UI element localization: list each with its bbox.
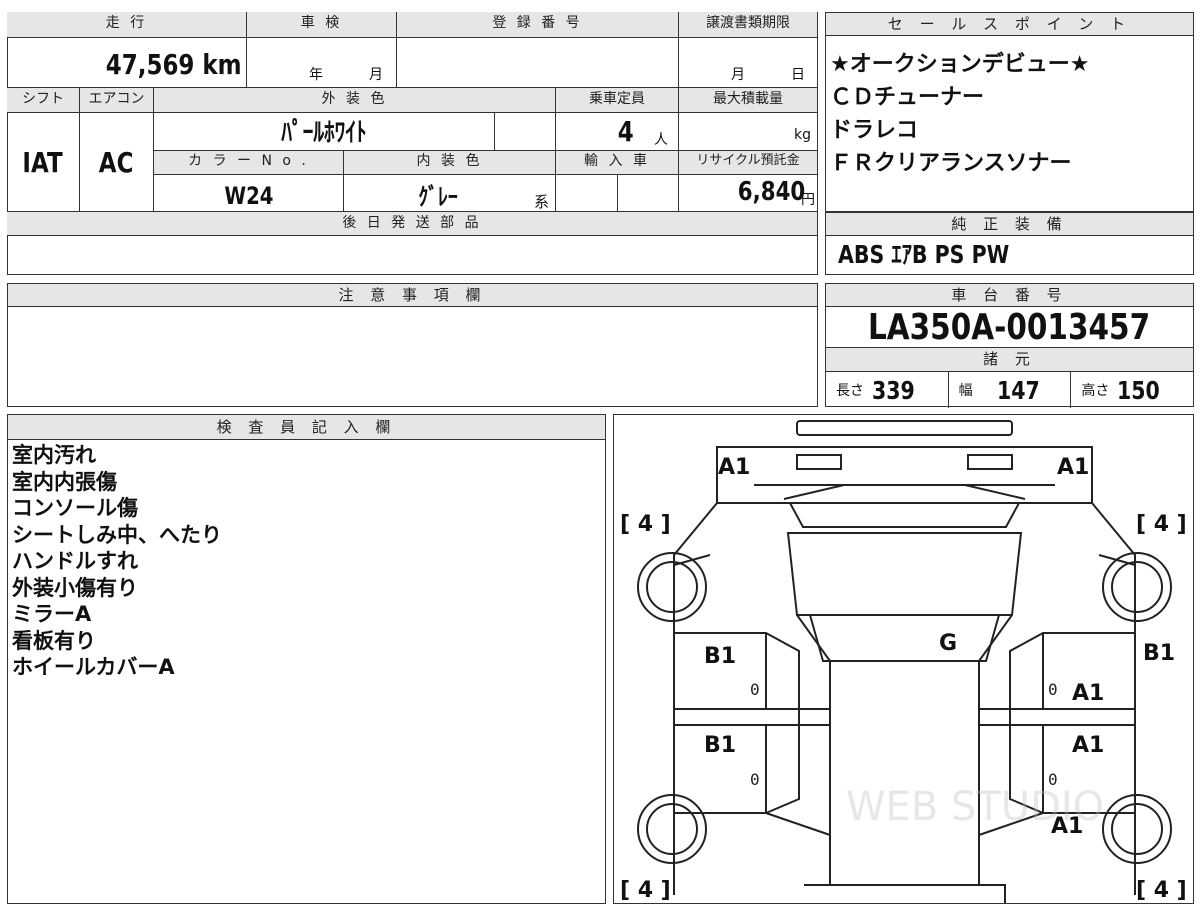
year-unit: 年 (309, 67, 323, 83)
mileage-value: 47,569 km (106, 48, 242, 81)
chassis-panel: 車 台 番 号 LA350A-0013457 諸 元 長さ 339 幅 147 … (825, 283, 1194, 408)
exterior-color-header: 外 装 色 (154, 88, 556, 113)
mark-front-right: A1 (1057, 455, 1089, 480)
capacity-cell: 4 人 (556, 113, 679, 151)
sales-points-panel: セ ー ル ス ポ イ ン ト ★オークションデビュー★ ＣＤチューナー ドラレ… (825, 12, 1194, 212)
length-label: 長さ (836, 383, 864, 399)
yen-unit: 円 (801, 192, 815, 208)
chassis-header: 車 台 番 号 (826, 284, 1193, 307)
chassis-number: LA350A-0013457 (868, 307, 1151, 348)
max-load-cell: kg (679, 113, 818, 151)
recycle-cell: 6,840 円 (679, 175, 818, 212)
watermark: WEB STUDIO (846, 784, 1104, 830)
interior-color-suffix: 系 (533, 193, 549, 211)
month-unit: 月 (369, 67, 383, 83)
width-cell: 幅 147 (949, 372, 1072, 408)
equipment-value: ABS ｴｱB PS PW (838, 240, 1010, 269)
ac-value: AC (99, 146, 134, 179)
inspector-panel: 検 査 員 記 入 欄 室内汚れ 室内内張傷 コンソール傷 シートしみ中、へたり… (7, 414, 606, 904)
inspector-note: ハンドルすれ (12, 549, 138, 573)
interior-color-header: 内 装 色 (344, 151, 556, 175)
notes-header: 注 意 事 項 欄 (8, 284, 817, 307)
inspector-note: 室内汚れ (12, 443, 96, 467)
zero-mark: 0 (750, 680, 760, 699)
import-cell-a (556, 175, 618, 212)
color-no-cell: W24 (154, 175, 344, 212)
inspection-cell: 年 月 (247, 38, 397, 88)
mark-left-front-door: B1 (704, 644, 736, 669)
mark-right-rear-door: A1 (1072, 733, 1104, 758)
notes-panel: 注 意 事 項 欄 (7, 283, 818, 407)
mileage-cell: 47,569 km (7, 38, 247, 88)
zero-mark: 0 (750, 770, 760, 789)
exterior-color-value: ﾊﾟｰﾙﾎﾜｲﾄ (281, 118, 367, 148)
import-header: 輸 入 車 (556, 151, 679, 175)
inspector-note: ミラーA (12, 602, 92, 626)
mark-left-rear-door: B1 (704, 733, 736, 758)
transfer-day-unit: 日 (791, 67, 805, 83)
sales-point-item: ドラレコ (830, 118, 919, 143)
inspector-header: 検 査 員 記 入 欄 (8, 415, 605, 440)
width-value: 147 (996, 375, 1040, 405)
length-cell: 長さ 339 (826, 372, 949, 408)
inspector-note: ホイールカバーA (12, 655, 175, 679)
height-cell: 高さ 150 (1071, 372, 1193, 408)
tire-rear-left: [ 4 ] (620, 878, 671, 903)
zero-mark: 0 (1048, 680, 1058, 699)
max-load-header: 最大積載量 (679, 88, 818, 113)
equipment-header: 純 正 装 備 (826, 213, 1193, 236)
shift-value: IAT (22, 146, 64, 179)
tire-front-left: [ 4 ] (620, 512, 671, 537)
exterior-color-cell: ﾊﾟｰﾙﾎﾜｲﾄ (154, 113, 495, 151)
interior-color-cell: ｸﾞﾚｰ 系 (344, 175, 556, 212)
sales-points-header: セ ー ル ス ポ イ ン ト (826, 13, 1193, 36)
inspector-note: シートしみ中、へたり (12, 522, 222, 547)
exterior-extra-cell (495, 113, 556, 151)
shift-cell: IAT (7, 113, 80, 212)
import-cell-b (618, 175, 679, 212)
tire-rear-right: [ 4 ] (1136, 878, 1187, 903)
mark-front-left: A1 (718, 455, 750, 480)
color-no-value: W24 (223, 182, 274, 210)
transfer-deadline-header: 譲渡書類期限 (679, 12, 818, 38)
recycle-header: リサイクル預託金 (679, 151, 818, 175)
width-label: 幅 (958, 383, 973, 399)
mark-right-fender: B1 (1143, 641, 1175, 666)
inspector-note: 看板有り (12, 628, 96, 653)
later-parts-header: 後 日 発 送 部 品 (7, 212, 818, 236)
capacity-value: 4 (617, 115, 634, 148)
ac-cell: AC (80, 113, 154, 212)
spec-header: 諸 元 (826, 348, 1193, 372)
mileage-header: 走 行 (7, 12, 247, 38)
inspection-header: 車 検 (247, 12, 397, 38)
interior-color-value: ｸﾞﾚｰ (418, 183, 458, 211)
sales-point-item: ＦＲクリアランスソナー (830, 151, 1072, 176)
car-diagram-panel: A1 A1 G B1 B1 A1 B1 A1 A1 [ 4 ] [ 4 ] [ … (613, 414, 1194, 904)
inspector-note: 室内内張傷 (12, 469, 117, 494)
registration-header: 登 録 番 号 (397, 12, 679, 38)
mark-windshield: G (939, 631, 957, 656)
transfer-month-unit: 月 (731, 67, 745, 83)
capacity-unit: 人 (654, 132, 668, 148)
load-unit: kg (794, 127, 811, 143)
shift-header: シフト (7, 88, 80, 113)
transfer-cell: 月 日 (679, 38, 818, 88)
color-no-header: カ ラ ー N o . (154, 151, 344, 175)
mark-right-front-door: A1 (1072, 681, 1104, 706)
capacity-header: 乗車定員 (556, 88, 679, 113)
height-value: 150 (1117, 375, 1161, 405)
inspector-note: 外装小傷有り (12, 575, 138, 600)
height-label: 高さ (1081, 383, 1110, 399)
car-diagram: A1 A1 G B1 B1 A1 B1 A1 A1 [ 4 ] [ 4 ] [ … (620, 420, 1187, 903)
sales-point-item: ★オークションデビュー★ (830, 52, 1090, 77)
tire-front-right: [ 4 ] (1136, 512, 1187, 537)
length-value: 339 (872, 375, 915, 405)
ac-header: エアコン (80, 88, 154, 113)
sales-point-item: ＣＤチューナー (830, 85, 985, 110)
inspector-note: コンソール傷 (12, 496, 138, 520)
recycle-fee-value: 6,840 (737, 177, 805, 207)
registration-cell (397, 38, 679, 88)
equipment-panel: 純 正 装 備 ABS ｴｱB PS PW (825, 212, 1194, 275)
